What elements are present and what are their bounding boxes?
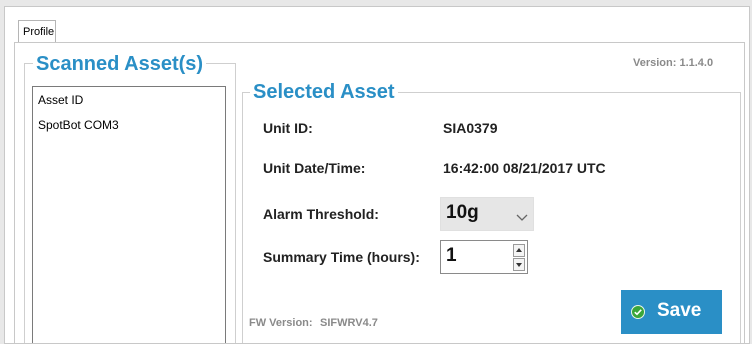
- alarm-threshold-value: 10g: [446, 202, 479, 223]
- alarm-threshold-label: Alarm Threshold:: [263, 206, 379, 222]
- list-item[interactable]: Asset ID: [38, 93, 83, 107]
- fw-version-label: FW Version:: [249, 317, 313, 329]
- tab-profile[interactable]: Profile: [18, 20, 56, 42]
- summary-time-value: 1: [446, 245, 457, 266]
- unit-id-value: SIA0379: [443, 120, 498, 136]
- unit-datetime-value: 16:42:00 08/21/2017 UTC: [443, 160, 606, 176]
- save-label: Save: [657, 300, 702, 321]
- unit-datetime-label: Unit Date/Time:: [263, 160, 366, 176]
- list-item[interactable]: SpotBot COM3: [38, 118, 119, 132]
- triangle-up-icon[interactable]: [513, 244, 525, 257]
- tab-label: Profile: [23, 26, 55, 38]
- summary-time-label: Summary Time (hours):: [263, 249, 420, 265]
- save-button[interactable]: Save: [621, 290, 722, 334]
- chevron-down-icon: [516, 209, 528, 221]
- unit-id-label: Unit ID:: [263, 120, 313, 136]
- triangle-down-icon[interactable]: [513, 258, 525, 271]
- fw-version-value: SIFWRV4.7: [320, 317, 378, 329]
- summary-time-stepper[interactable]: 1: [440, 240, 528, 274]
- scanned-assets-title: Scanned Asset(s): [33, 52, 207, 76]
- version-label: Version: 1.1.4.0: [633, 57, 714, 69]
- scanned-assets-list[interactable]: Asset ID SpotBot COM3: [32, 86, 226, 343]
- alarm-threshold-select[interactable]: 10g: [440, 197, 534, 231]
- selected-asset-title: Selected Asset: [250, 80, 398, 104]
- check-circle-icon: [631, 305, 645, 319]
